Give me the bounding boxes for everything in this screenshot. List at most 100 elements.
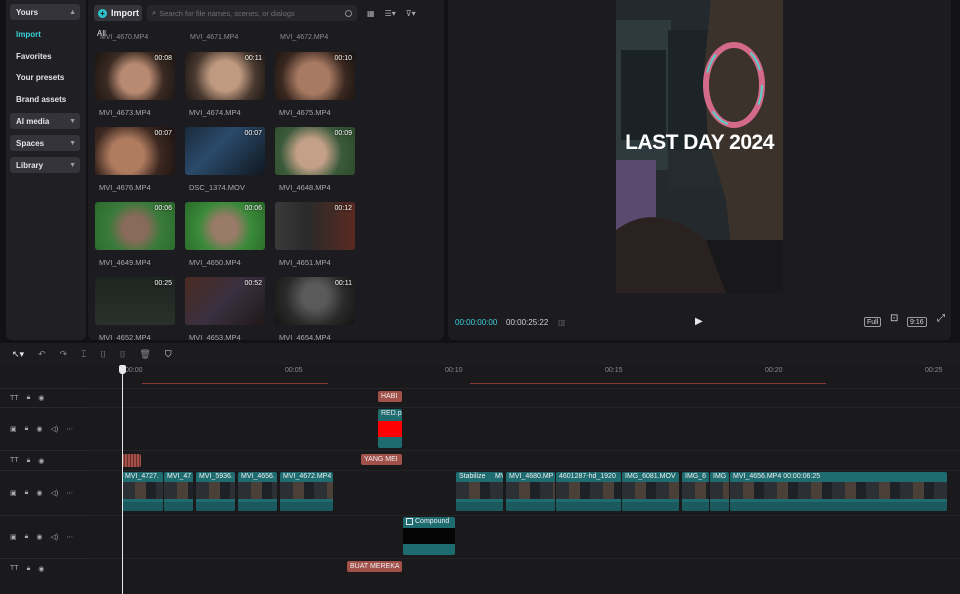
text-track-icon: TT (10, 457, 19, 464)
media-clip-thumbnail[interactable]: 00:12 (275, 202, 355, 250)
main-video-clip[interactable]: MVI_4672.MP4 (280, 472, 333, 511)
clip-filmstrip (710, 482, 729, 499)
main-video-clip[interactable]: MV (492, 472, 503, 511)
compound-clip[interactable]: Compound (403, 517, 455, 555)
nav-item-your-presets[interactable]: Your presets (10, 67, 80, 89)
text-clip[interactable]: BUAT MEREKA (347, 561, 402, 572)
nav-yours-label: Yours (16, 7, 39, 17)
overlay-video-clip[interactable]: RED.p (378, 409, 402, 448)
refresh-icon[interactable] (345, 9, 352, 17)
media-clip-thumbnail[interactable]: 00:10 (275, 52, 355, 100)
main-video-clip[interactable]: IMG_6081.MOV (622, 472, 679, 511)
lock-icon[interactable]: 🔒︎ (27, 565, 31, 573)
main-video-clip[interactable]: MVI_4656. (238, 472, 277, 511)
more-icon[interactable]: ⋯ (66, 425, 73, 433)
play-button[interactable]: ▶ (695, 316, 703, 327)
main-video-clip[interactable]: IMG_6 (682, 472, 709, 511)
clip-name: MVI_4652.MP4 (99, 333, 151, 340)
clip-filmstrip (682, 482, 709, 499)
split-right-icon[interactable]: ⌷ (120, 349, 125, 360)
compound-frame (403, 528, 455, 544)
full-quality-button[interactable]: Full (864, 317, 882, 327)
eye-icon[interactable]: ◉ (36, 489, 42, 497)
audio-icon[interactable]: ◁) (50, 533, 58, 541)
media-clip-thumbnail[interactable]: 00:25 (95, 277, 175, 325)
eye-icon[interactable]: ◉ (36, 533, 42, 541)
select-tool-icon[interactable]: ↖▾ (12, 349, 24, 360)
nav-group-library[interactable]: Library ▼ (10, 157, 80, 173)
nav-item-brand-assets[interactable]: Brand assets (10, 89, 80, 111)
media-clip-thumbnail[interactable]: 00:06 (95, 202, 175, 250)
clip-name: MVI_4676.MP4 (99, 183, 151, 192)
main-video-clip[interactable]: MVI_5936. (196, 472, 235, 511)
grid-view-icon[interactable]: ▦ (367, 9, 375, 18)
main-video-clip[interactable]: MVI_4680.MP (506, 472, 555, 511)
video-preview[interactable]: LAST DAY 2024 (616, 0, 783, 293)
time-ruler[interactable]: 00:00 00:05 00:10 00:15 00:20 00:25 (122, 365, 960, 377)
media-clip-thumbnail[interactable]: 00:07 (95, 127, 175, 175)
media-clip-thumbnail[interactable]: 00:11 (185, 52, 265, 100)
track-header-text-2: TT 🔒︎ ◉ (0, 450, 89, 470)
nav-yours-dropdown[interactable]: Yours ▲ (10, 4, 80, 20)
fullscreen-icon[interactable]: ⤢ (935, 314, 947, 324)
audio-icon[interactable]: ◁) (50, 489, 58, 497)
main-video-clip[interactable]: IMG (710, 472, 729, 511)
clip-audio-strip (730, 502, 947, 511)
media-clip-thumbnail[interactable]: 00:07 (185, 127, 265, 175)
playhead[interactable] (122, 365, 123, 594)
clip-duration: 00:09 (334, 130, 352, 137)
sort-icon[interactable]: ☰▾ (385, 9, 396, 18)
media-clip-thumbnail[interactable]: 00:09 (275, 127, 355, 175)
nav-item-label: Your presets (16, 73, 65, 83)
media-clip-thumbnail[interactable]: 00:06 (185, 202, 265, 250)
lock-icon[interactable]: 🔒︎ (25, 533, 29, 541)
main-video-clip[interactable]: MVI_4727. (122, 472, 163, 511)
media-clip-thumbnail[interactable]: 00:11 (275, 277, 355, 325)
lock-icon[interactable]: 🔒︎ (25, 425, 29, 433)
filter-icon[interactable]: ⊽▾ (406, 9, 416, 18)
clip-label: RED.p (381, 410, 402, 417)
more-icon[interactable]: ⋯ (66, 533, 73, 541)
media-clip-thumbnail[interactable]: 00:52 (185, 277, 265, 325)
clip-label: IMG_6081.MOV (625, 473, 676, 480)
split-icon[interactable]: ⌶ (81, 349, 86, 360)
track-header-video-2: ▣ 🔒︎ ◉ ◁) ⋯ (0, 407, 89, 450)
nav-item-favorites[interactable]: Favorites (10, 46, 80, 68)
nav-item-import[interactable]: Import (10, 24, 80, 46)
lock-icon[interactable]: 🔒︎ (27, 394, 31, 402)
keyframe-strip (142, 383, 328, 384)
main-video-clip[interactable]: MVI_4656.MP4 00:00:06:25 (730, 472, 947, 511)
text-clip[interactable]: HABI (378, 391, 402, 402)
aspect-ratio-button[interactable]: 9:16 (907, 317, 927, 327)
media-search-input[interactable]: ⌕ Search for file names, scenes, or dial… (147, 5, 357, 21)
main-video-clip[interactable]: MVI_47 (164, 472, 193, 511)
playhead-handle[interactable] (119, 365, 126, 374)
marker-icon[interactable]: ⛉ (165, 349, 172, 360)
eye-icon[interactable]: ◉ (38, 394, 44, 402)
undo-icon[interactable]: ↶ (38, 349, 46, 360)
text-clip[interactable]: YANG MEI (361, 454, 402, 465)
lock-icon[interactable]: 🔒︎ (27, 457, 31, 465)
clip-filmstrip (238, 482, 277, 499)
more-icon[interactable]: ⋯ (66, 489, 73, 497)
snapshot-icon[interactable]: ⊡ (888, 314, 900, 324)
delete-icon[interactable]: 🗑︎ (139, 349, 150, 360)
clip-name: MVI_4653.MP4 (189, 333, 241, 340)
lock-icon[interactable]: 🔒︎ (25, 489, 29, 497)
timecode-menu-icon[interactable]: ▥ (558, 318, 566, 327)
media-clip-thumbnail[interactable]: 00:08 (95, 52, 175, 100)
eye-icon[interactable]: ◉ (38, 565, 44, 573)
track-row (89, 450, 960, 470)
import-button[interactable]: + Import (94, 5, 142, 21)
nav-group-spaces[interactable]: Spaces ▼ (10, 135, 80, 151)
redo-icon[interactable]: ↷ (60, 349, 68, 360)
eye-icon[interactable]: ◉ (36, 425, 42, 433)
text-clip-cluster[interactable] (122, 454, 141, 467)
audio-icon[interactable]: ◁) (50, 425, 58, 433)
split-left-icon[interactable]: ⌷ (101, 349, 106, 360)
eye-icon[interactable]: ◉ (38, 457, 44, 465)
nav-group-ai-media[interactable]: AI media ▼ (10, 113, 80, 129)
main-video-clip[interactable]: 4601287-hd_1920 (556, 472, 621, 511)
clip-duration: 00:11 (335, 280, 352, 287)
clip-audio-strip (682, 502, 709, 511)
